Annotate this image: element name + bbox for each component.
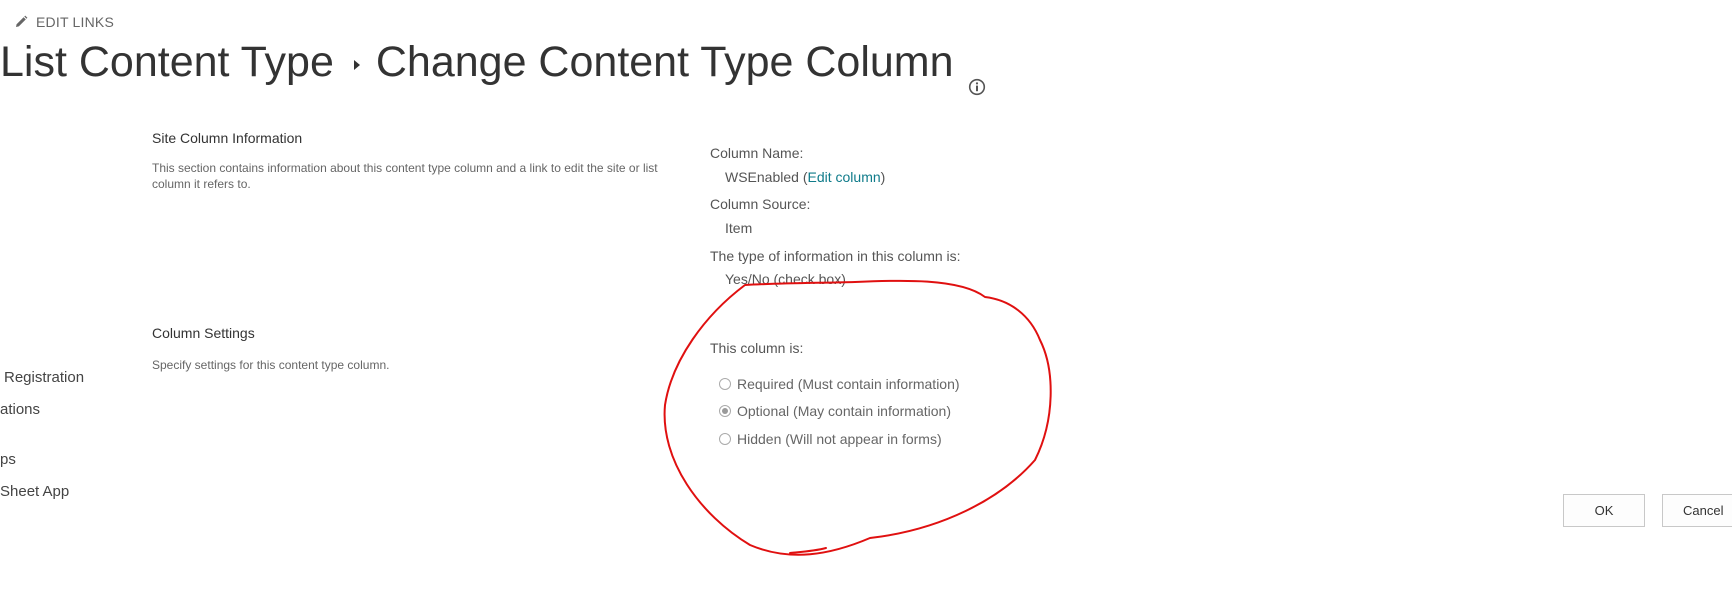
edit-links-button[interactable]: EDIT LINKS bbox=[14, 14, 114, 30]
radio-optional-label: Optional (May contain information) bbox=[737, 403, 951, 419]
info-type-value: Yes/No (check box) bbox=[725, 271, 846, 287]
site-column-info-description: This section contains information about … bbox=[152, 161, 658, 191]
info-icon[interactable] bbox=[968, 58, 986, 95]
close-paren: ) bbox=[880, 169, 886, 185]
page-title: List Content Type Change Content Type Co… bbox=[0, 38, 986, 95]
title-current: Change Content Type Column bbox=[375, 38, 954, 86]
info-type-label: The type of information in this column i… bbox=[710, 248, 961, 264]
radio-optional[interactable]: Optional (May contain information) bbox=[719, 403, 951, 419]
annotation-tail bbox=[789, 547, 827, 554]
column-name-value-row: WSEnabled (Edit column) bbox=[725, 169, 885, 185]
nav-item-ps[interactable]: ps bbox=[0, 451, 16, 468]
pencil-icon bbox=[14, 15, 28, 29]
column-name-value: WSEnabled bbox=[725, 169, 799, 185]
column-source-label: Column Source: bbox=[710, 196, 811, 212]
ok-button[interactable]: OK bbox=[1563, 494, 1645, 527]
radio-required-label: Required (Must contain information) bbox=[737, 376, 960, 392]
this-column-is-label: This column is: bbox=[710, 340, 804, 356]
radio-hidden-label: Hidden (Will not appear in forms) bbox=[737, 431, 942, 447]
nav-item-ations[interactable]: ations bbox=[0, 401, 40, 418]
radio-required[interactable]: Required (Must contain information) bbox=[719, 376, 960, 392]
red-circle-annotation bbox=[663, 279, 1052, 556]
radio-hidden[interactable]: Hidden (Will not appear in forms) bbox=[719, 431, 942, 447]
column-settings-description: Specify settings for this content type c… bbox=[152, 358, 390, 372]
radio-required-input[interactable] bbox=[719, 378, 731, 390]
title-parent[interactable]: List Content Type bbox=[0, 38, 334, 87]
edit-column-link[interactable]: Edit column bbox=[808, 169, 881, 185]
site-column-info-heading: Site Column Information bbox=[152, 130, 303, 146]
column-settings-heading: Column Settings bbox=[152, 325, 255, 341]
column-source-value: Item bbox=[725, 220, 753, 236]
radio-optional-input[interactable] bbox=[719, 405, 731, 417]
column-name-label: Column Name: bbox=[710, 145, 804, 161]
radio-hidden-input[interactable] bbox=[719, 433, 731, 445]
edit-links-label: EDIT LINKS bbox=[36, 14, 114, 30]
breadcrumb-arrow-icon bbox=[353, 59, 360, 70]
cancel-button[interactable]: Cancel bbox=[1662, 494, 1732, 527]
nav-item-registration[interactable]: Registration bbox=[4, 369, 84, 386]
nav-item-sheet-app[interactable]: Sheet App bbox=[0, 483, 69, 500]
